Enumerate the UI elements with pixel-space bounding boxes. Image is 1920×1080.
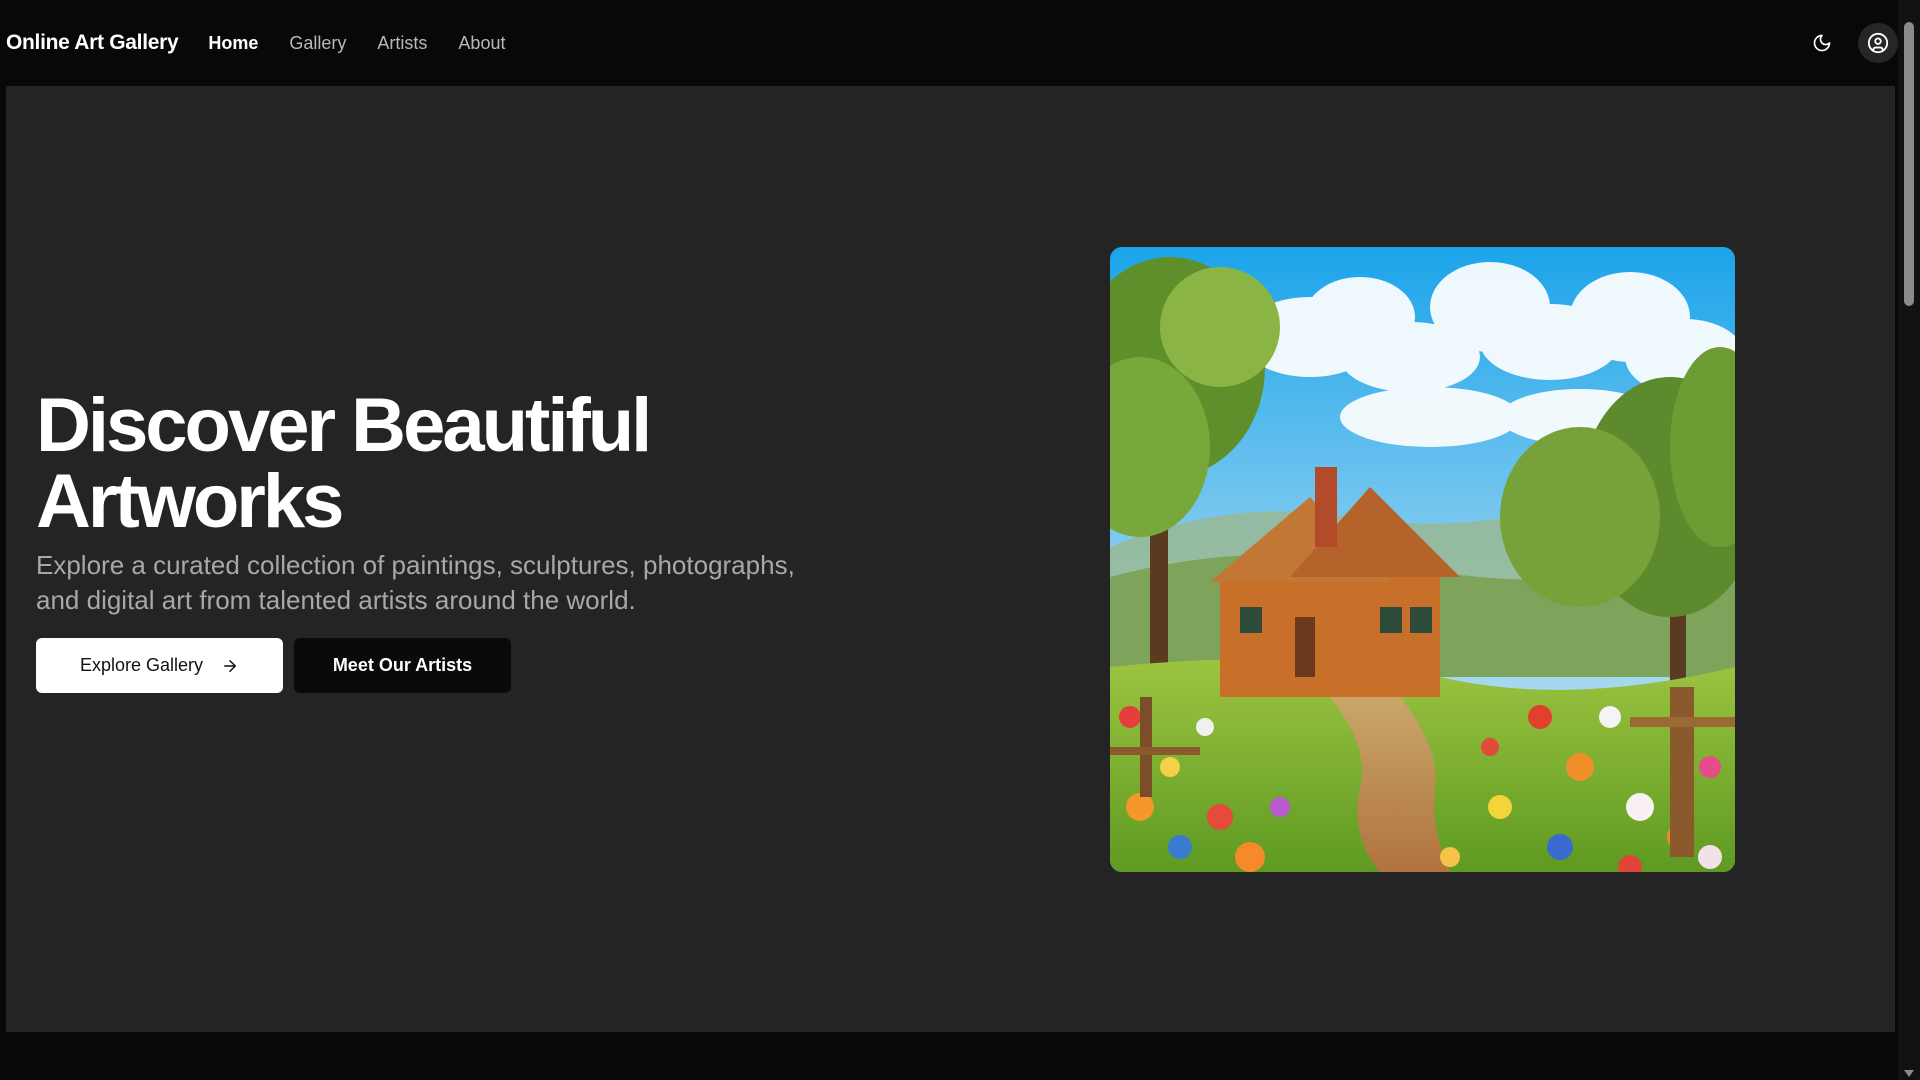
hero-subtitle: Explore a curated collection of painting… xyxy=(36,550,795,615)
hero-text-block: Discover Beautiful Artworks Explore a cu… xyxy=(36,388,836,693)
cottage-garden-painting xyxy=(1110,247,1735,872)
hero-cta-row: Explore Gallery Meet Our Artists xyxy=(36,638,836,693)
hero-headline: Discover Beautiful Artworks xyxy=(36,383,652,544)
nav-link-home[interactable]: Home xyxy=(208,33,258,54)
nav-link-about[interactable]: About xyxy=(458,33,505,54)
moon-icon xyxy=(1813,34,1831,52)
account-button[interactable] xyxy=(1858,23,1898,63)
arrow-right-icon xyxy=(224,659,237,672)
app-page: Online Art Gallery Home Gallery Artists … xyxy=(0,0,1920,1080)
user-circle-icon xyxy=(1867,32,1889,54)
hero-section: Discover Beautiful Artworks Explore a cu… xyxy=(6,86,1895,1032)
featured-artwork-image[interactable] xyxy=(1110,247,1735,872)
meet-artists-label: Meet Our Artists xyxy=(332,655,473,675)
header-actions xyxy=(1802,0,1898,86)
theme-toggle-button[interactable] xyxy=(1802,23,1842,63)
scroll-down-arrow-icon[interactable] xyxy=(1904,1070,1914,1077)
explore-gallery-label: Explore Gallery xyxy=(79,655,204,675)
meet-artists-button[interactable]: Meet Our Artists xyxy=(294,638,511,693)
main-nav: Home Gallery Artists About xyxy=(208,33,505,54)
brand-logo-text[interactable]: Online Art Gallery xyxy=(6,31,179,55)
top-navbar: Online Art Gallery Home Gallery Artists … xyxy=(0,0,1898,86)
page-scrollbar[interactable] xyxy=(1898,0,1920,1080)
scrollbar-thumb[interactable] xyxy=(1904,22,1914,306)
nav-link-artists[interactable]: Artists xyxy=(377,33,427,54)
nav-link-gallery[interactable]: Gallery xyxy=(289,33,346,54)
explore-gallery-button[interactable]: Explore Gallery xyxy=(36,638,283,693)
